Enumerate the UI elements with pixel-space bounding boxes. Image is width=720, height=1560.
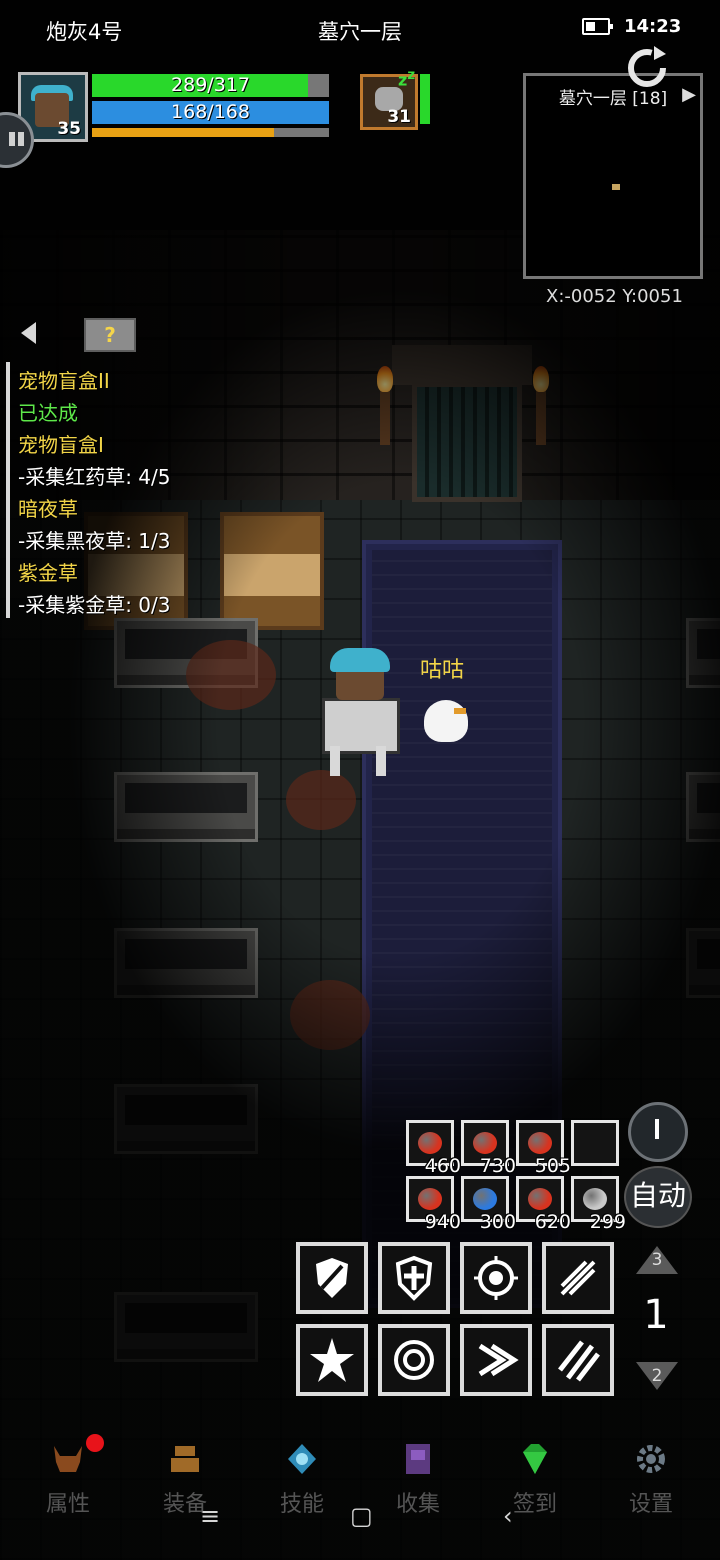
menu-icon[interactable]: ≡ [200,1502,220,1530]
sleep-zz-icon: zz [398,68,416,90]
potion-count: 620 [534,1211,571,1233]
system-nav-bar: ≡ ▢ ‹ [0,1500,720,1534]
skill-page-up-number: 3 [651,1250,663,1270]
skill-slot[interactable] [296,1242,368,1314]
pet-hp-bar [420,74,430,124]
red-potion-icon [418,1132,442,1154]
gem-icon [523,1444,547,1474]
minimap-player-marker [612,184,620,190]
shield-slash-icon [316,1258,348,1298]
mp-bar: 168/168 [92,101,329,124]
battery-icon [582,18,613,35]
skill-page-up-button[interactable]: 3 [634,1244,680,1276]
burst-ring-icon [474,1256,518,1300]
clock: 14:23 [624,16,682,37]
potion-count: 940 [424,1211,461,1233]
dash-arrow-icon [478,1343,519,1377]
xp-bar [92,128,329,137]
back-icon[interactable]: ‹ [503,1502,513,1530]
notification-badge [86,1434,104,1452]
skill-slot[interactable] [460,1242,532,1314]
refresh-icon[interactable] [624,44,670,90]
claw-slash-icon [558,1340,600,1382]
potion-slot[interactable]: 460 [406,1120,461,1177]
auto-button[interactable]: 自动 [624,1166,692,1228]
potion-slot[interactable]: 620 [516,1176,571,1233]
red-potion-icon [528,1188,552,1210]
quest-title: 暗夜草 [18,497,78,521]
quest-title: 宠物盲盒I [18,433,104,457]
pet-level: 31 [387,107,411,127]
feather-slash-icon [560,1260,596,1296]
quest-title: 宠物盲盒II [18,369,110,393]
skill-page-current: 1 [643,1292,669,1338]
floor-title: 墓穴一层 [318,20,402,44]
status-bar: 炮灰4号 墓穴一层 14:23 [0,0,720,56]
home-icon[interactable]: ▢ [350,1502,373,1530]
skill-slot[interactable] [542,1324,614,1396]
pet-hp-fill [420,74,430,124]
empty-potion-slot[interactable] [571,1120,619,1166]
potion-slot[interactable]: 505 [516,1120,571,1177]
potion-slot[interactable]: 940 [406,1176,461,1233]
quest-tracker[interactable]: 宠物盲盒II 已达成 宠物盲盒I -采集红药草: 4/5 暗夜草 -采集黑夜草:… [6,362,250,618]
player-level: 35 [57,119,81,139]
minimap[interactable]: 墓穴一层 [18] ▶ [523,73,703,279]
blue-potion-icon [473,1188,497,1210]
skill-page-down-number: 2 [651,1366,663,1386]
collapse-arrow-icon[interactable] [18,320,38,346]
potion-slot[interactable]: 730 [461,1120,516,1177]
xp-fill [92,128,275,137]
red-potion-icon [418,1188,442,1210]
star-burst-icon [310,1338,354,1382]
quest-objective: -采集红药草: 4/5 [18,465,171,489]
potion-count: 299 [589,1211,626,1233]
crystal-icon [288,1444,316,1474]
pause-button[interactable] [628,1102,688,1162]
potion-count: 730 [479,1155,516,1177]
spiral-ring-icon [394,1340,434,1380]
skill-slot[interactable] [460,1324,532,1396]
armor-icon [171,1446,199,1472]
minimap-title: 墓穴一层 [18] [558,89,668,109]
potion-slot[interactable]: 299 [571,1176,626,1233]
minimap-next-arrow-icon[interactable]: ▶ [682,84,696,105]
skill-page-down-button[interactable]: 2 [634,1360,680,1392]
potion-slot[interactable]: 300 [461,1176,516,1233]
red-potion-icon [528,1132,552,1154]
potion-count: 300 [479,1211,516,1233]
scroll-potion-icon [583,1188,607,1210]
gear-icon [637,1445,665,1473]
horned-helmet-icon [54,1446,82,1472]
potion-count: 460 [424,1155,461,1177]
potion-count: 505 [534,1155,571,1177]
hp-text: 289/317 [171,74,250,96]
cross-shield-icon [395,1255,433,1301]
player-coordinates: X:-0052 Y:0051 [546,286,683,307]
quest-objective: -采集紫金草: 0/3 [18,593,171,617]
skill-slot[interactable] [378,1242,450,1314]
quest-status: 已达成 [18,401,78,425]
mp-text: 168/168 [171,101,250,123]
skill-slot[interactable] [542,1242,614,1314]
quest-objective: -采集黑夜草: 1/3 [18,529,171,553]
quest-title: 紫金草 [18,561,78,585]
book-icon [406,1444,430,1474]
skill-slot[interactable] [296,1324,368,1396]
hp-bar: 289/317 [92,74,329,97]
help-button[interactable]: ? [84,318,136,352]
red-potion-icon [473,1132,497,1154]
skill-slot[interactable] [378,1324,450,1396]
